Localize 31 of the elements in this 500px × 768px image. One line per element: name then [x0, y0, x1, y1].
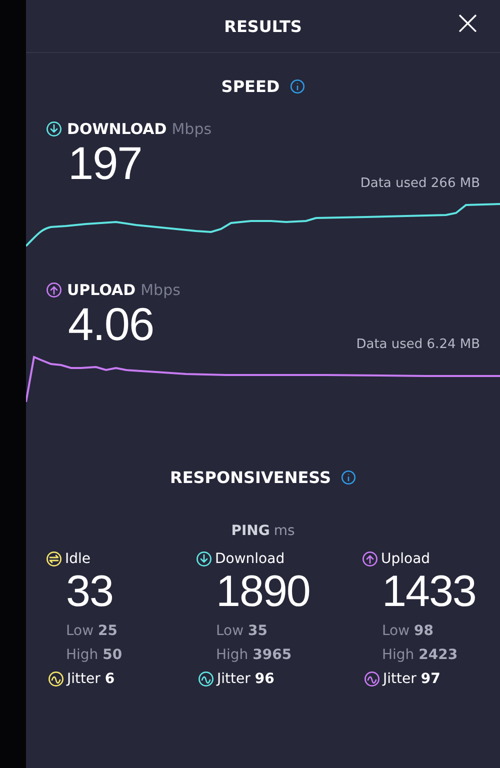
data-used-label: Data used 266 MB — [360, 176, 480, 191]
info-icon[interactable] — [340, 470, 356, 485]
jitter-stat: Jitter 96 — [217, 671, 274, 687]
unit-label: ms — [274, 523, 295, 539]
low-stat: Low 98 — [381, 623, 435, 639]
info-icon[interactable] — [290, 79, 305, 94]
unit-label: Mbps — [172, 120, 212, 138]
high-stat: High 3965 — [215, 647, 293, 663]
close-button[interactable]: × — [450, 6, 486, 40]
section-title: SPEED — [221, 77, 280, 96]
test-label: DOWNLOAD — [67, 120, 167, 138]
test-label: UPLOAD — [67, 281, 136, 299]
ping-type-label: Idle — [65, 551, 91, 567]
low-stat: Low 25 — [65, 623, 119, 639]
jitter-stat: Jitter 97 — [383, 671, 440, 687]
screen-title: RESULTS — [224, 16, 302, 36]
high-stat: High 2423 — [381, 647, 459, 663]
data-used-label: Data used 6.24 MB — [356, 337, 480, 352]
ping-value: 33 — [65, 569, 114, 615]
jitter-stat: Jitter 6 — [67, 671, 115, 687]
low-stat: Low 35 — [215, 623, 269, 639]
unit-label: Mbps — [140, 281, 180, 299]
ping-type-label: Upload — [381, 551, 430, 567]
section-title: RESPONSIVENESS — [170, 468, 331, 487]
high-stat: High 50 — [65, 647, 124, 663]
ping-type-label: Download — [215, 551, 285, 567]
ping-value: 1433 — [381, 569, 477, 615]
ping-value: 1890 — [215, 569, 311, 615]
ping-label: PING — [231, 523, 270, 539]
speed-value: 197 — [68, 137, 142, 189]
speed-value: 4.06 — [68, 298, 154, 350]
